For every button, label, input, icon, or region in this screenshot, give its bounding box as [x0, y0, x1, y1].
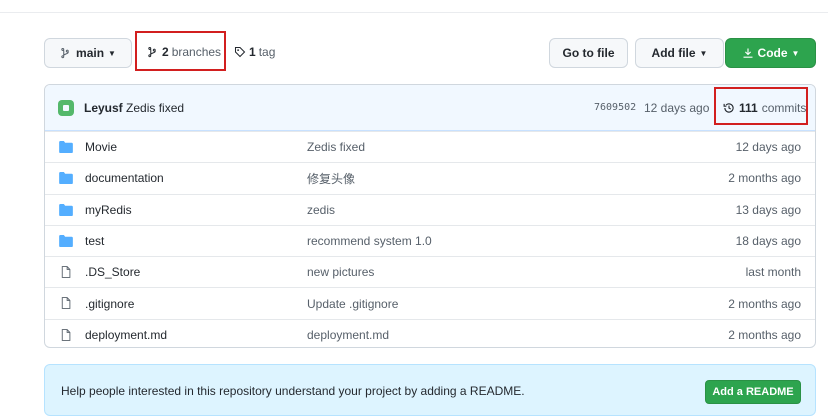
file-icon — [61, 266, 71, 279]
file-commit-message[interactable]: Zedis fixed — [307, 140, 365, 154]
avatar[interactable] — [58, 100, 74, 116]
commit-author[interactable]: Leyusf — [84, 101, 123, 115]
folder-icon — [59, 172, 73, 185]
table-row[interactable]: documentation 修复头像 2 months ago — [45, 162, 815, 193]
file-age: 12 days ago — [735, 140, 801, 155]
git-branch-icon — [61, 47, 69, 59]
file-age: 2 months ago — [728, 171, 801, 186]
add-readme-label: Add a README — [712, 386, 794, 398]
file-commit-message[interactable]: deployment.md — [307, 328, 389, 342]
commit-sha[interactable]: 7609502 — [594, 102, 636, 113]
table-row[interactable]: deployment.md deployment.md 2 months ago — [45, 318, 815, 347]
file-age: 18 days ago — [735, 234, 801, 249]
file-icon — [61, 297, 71, 310]
add-file-label: Add file — [651, 46, 696, 60]
latest-commit-message: Leyusf Zedis fixed — [84, 101, 184, 115]
file-age: 13 days ago — [735, 202, 801, 217]
tags-link[interactable]: 1 tag — [234, 45, 275, 59]
branch-name: main — [76, 46, 105, 60]
file-name[interactable]: Movie — [85, 140, 117, 154]
file-commit-message[interactable]: recommend system 1.0 — [307, 234, 432, 248]
table-row[interactable]: .DS_Store new pictures last month — [45, 256, 815, 287]
table-row[interactable]: test recommend system 1.0 18 days ago — [45, 224, 815, 256]
chevron-down-icon: ▼ — [791, 48, 800, 58]
readme-banner: Help people interested in this repositor… — [44, 364, 816, 416]
commit-message[interactable]: Zedis fixed — [126, 101, 184, 115]
go-to-file-label: Go to file — [562, 46, 615, 60]
chevron-down-icon: ▼ — [699, 48, 708, 58]
highlight-box-branches — [135, 31, 226, 71]
folder-icon — [59, 203, 73, 216]
file-icon — [61, 328, 71, 341]
file-age: 2 months ago — [728, 327, 801, 342]
table-row[interactable]: myRedis zedis 13 days ago — [45, 193, 815, 225]
tags-count: 1 — [249, 45, 256, 59]
tags-label: tag — [258, 45, 276, 59]
add-readme-button[interactable]: Add a README — [705, 380, 801, 404]
go-to-file-button[interactable]: Go to file — [549, 38, 628, 68]
file-commit-message[interactable]: 修复头像 — [307, 170, 355, 187]
file-name[interactable]: test — [85, 234, 104, 248]
file-name[interactable]: .DS_Store — [85, 265, 140, 279]
highlight-box-commits — [714, 87, 808, 125]
code-label: Code — [757, 46, 788, 60]
readme-prompt-text: Help people interested in this repositor… — [61, 384, 525, 398]
branch-selector-button[interactable]: main ▼ — [44, 38, 132, 68]
download-icon — [743, 48, 753, 58]
latest-commit-bar: Leyusf Zedis fixed 7609502 12 days ago 1… — [45, 85, 815, 131]
folder-icon — [59, 234, 73, 247]
table-row[interactable]: Movie Zedis fixed 12 days ago — [45, 131, 815, 162]
add-file-button[interactable]: Add file ▼ — [635, 38, 724, 68]
file-commit-message[interactable]: Update .gitignore — [307, 297, 398, 311]
file-age: last month — [745, 265, 801, 280]
file-name[interactable]: myRedis — [85, 203, 132, 217]
file-name[interactable]: documentation — [85, 171, 164, 185]
tag-icon — [234, 46, 246, 58]
chevron-down-icon: ▼ — [108, 48, 116, 58]
file-age: 2 months ago — [728, 296, 801, 311]
top-divider — [0, 12, 828, 13]
file-name[interactable]: deployment.md — [85, 328, 167, 342]
file-browser: Leyusf Zedis fixed 7609502 12 days ago 1… — [44, 84, 816, 348]
folder-icon — [59, 141, 73, 153]
code-button[interactable]: Code ▼ — [725, 38, 816, 68]
file-commit-message[interactable]: new pictures — [307, 265, 374, 279]
table-row[interactable]: .gitignore Update .gitignore 2 months ag… — [45, 287, 815, 318]
commit-age: 12 days ago — [644, 101, 710, 115]
file-name[interactable]: .gitignore — [85, 297, 134, 311]
file-commit-message[interactable]: zedis — [307, 203, 335, 217]
